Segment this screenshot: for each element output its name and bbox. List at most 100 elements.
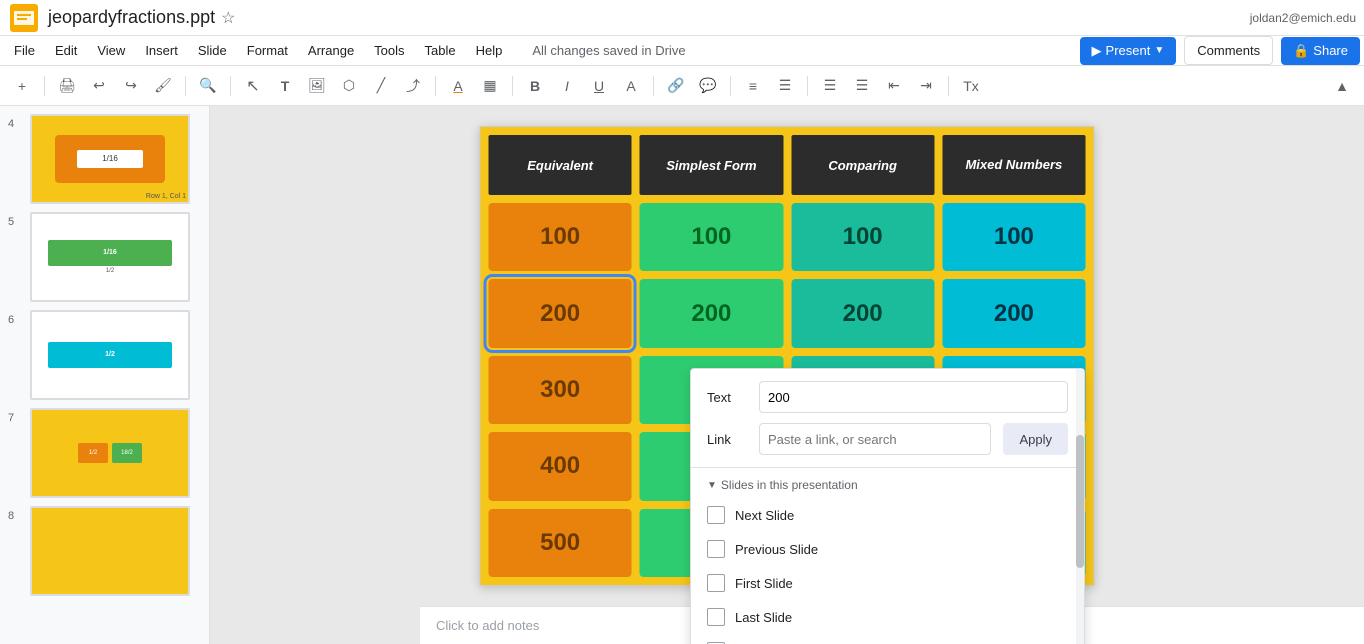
header-comparing: Comparing bbox=[791, 135, 934, 195]
bg-color-button[interactable]: A bbox=[444, 72, 472, 100]
zoom-button[interactable]: 🔍 bbox=[194, 72, 222, 100]
collapse-btn-area: ▲ bbox=[1328, 72, 1356, 100]
cell-300-equiv[interactable]: 300 bbox=[489, 356, 632, 424]
align-button[interactable]: ≡ bbox=[739, 72, 767, 100]
bold-button[interactable]: B bbox=[521, 72, 549, 100]
slide-num-7: 7 bbox=[8, 412, 22, 424]
slide-num-8: 8 bbox=[8, 510, 22, 522]
comments-button[interactable]: Comments bbox=[1184, 36, 1273, 65]
text-button[interactable]: T bbox=[271, 72, 299, 100]
slides-dropdown: ▼ Slides in this presentation Next Slide… bbox=[691, 467, 1084, 644]
first-slide-icon bbox=[707, 574, 725, 592]
header-mixed: Mixed Numbers bbox=[942, 135, 1085, 195]
header-equivalent: Equivalent bbox=[489, 135, 632, 195]
slide-thumb-5[interactable]: 5 1/16 1/2 bbox=[8, 212, 201, 302]
print-button[interactable]: 🖨 bbox=[53, 72, 81, 100]
link-search-input[interactable] bbox=[759, 423, 991, 455]
notes-placeholder: Click to add notes bbox=[436, 618, 539, 633]
sep-8 bbox=[807, 76, 808, 96]
slide-editor: Equivalent Simplest Form Comparing Mixed… bbox=[210, 106, 1364, 644]
cursor-button[interactable]: ↖ bbox=[239, 72, 267, 100]
slide-thumb-6[interactable]: 6 1/2 bbox=[8, 310, 201, 400]
indent-less-button[interactable]: ⇤ bbox=[880, 72, 908, 100]
image-button[interactable]: 🖼 bbox=[303, 72, 331, 100]
clear-format-button[interactable]: Tx bbox=[957, 72, 985, 100]
menu-insert[interactable]: Insert bbox=[135, 39, 188, 62]
menu-help[interactable]: Help bbox=[466, 39, 513, 62]
cell-400-equiv[interactable]: 400 bbox=[489, 432, 632, 500]
indent-more-button[interactable]: ⇥ bbox=[912, 72, 940, 100]
cell-100-comparing[interactable]: 100 bbox=[791, 203, 934, 271]
text-input[interactable] bbox=[759, 381, 1068, 413]
last-slide-item[interactable]: Last Slide bbox=[691, 600, 1084, 634]
menu-view[interactable]: View bbox=[87, 39, 135, 62]
present-button[interactable]: ▶ Present ▼ bbox=[1080, 37, 1177, 65]
share-button[interactable]: 🔒 Share bbox=[1281, 37, 1360, 65]
slide-thumb-7[interactable]: 7 1/2 18/2 bbox=[8, 408, 201, 498]
slide-thumb-8[interactable]: 8 bbox=[8, 506, 201, 596]
cell-500-equiv[interactable]: 500 bbox=[489, 509, 632, 577]
next-slide-item[interactable]: Next Slide bbox=[691, 498, 1084, 532]
thumb-img-8 bbox=[30, 506, 190, 596]
menu-file[interactable]: File bbox=[4, 39, 45, 62]
thumb-img-7: 1/2 18/2 bbox=[30, 408, 190, 498]
lock-icon: 🔒 bbox=[1293, 43, 1309, 59]
cell-100-simplest[interactable]: 100 bbox=[640, 203, 783, 271]
slides-section-header[interactable]: ▼ Slides in this presentation bbox=[691, 472, 1084, 498]
comment-button[interactable]: 💬 bbox=[694, 72, 722, 100]
cell-200-equiv[interactable]: 200 bbox=[489, 279, 632, 347]
save-status: All changes saved in Drive bbox=[532, 43, 685, 58]
menu-format[interactable]: Format bbox=[237, 39, 298, 62]
first-slide-item[interactable]: First Slide bbox=[691, 566, 1084, 600]
sep-1 bbox=[44, 76, 45, 96]
menu-table[interactable]: Table bbox=[415, 39, 466, 62]
link-button[interactable]: ⤴ bbox=[399, 72, 427, 100]
menu-slide[interactable]: Slide bbox=[188, 39, 237, 62]
cell-100-mixed[interactable]: 100 bbox=[942, 203, 1085, 271]
popup-scroll-thumb[interactable] bbox=[1076, 435, 1084, 568]
fill-button[interactable]: ▦ bbox=[476, 72, 504, 100]
dropdown-arrow-icon: ▼ bbox=[707, 480, 717, 491]
text-color-button[interactable]: A bbox=[617, 72, 645, 100]
menu-edit[interactable]: Edit bbox=[45, 39, 87, 62]
add-button[interactable]: + bbox=[8, 72, 36, 100]
sep-3 bbox=[230, 76, 231, 96]
thumb-img-5: 1/16 1/2 bbox=[30, 212, 190, 302]
italic-button[interactable]: I bbox=[553, 72, 581, 100]
sep-6 bbox=[653, 76, 654, 96]
app-icon bbox=[8, 2, 40, 34]
file-title[interactable]: jeopardyfractions.ppt bbox=[48, 7, 215, 28]
cell-200-mixed[interactable]: 200 bbox=[942, 279, 1085, 347]
underline-button[interactable]: U bbox=[585, 72, 613, 100]
previous-slide-item[interactable]: Previous Slide bbox=[691, 532, 1084, 566]
sep-9 bbox=[948, 76, 949, 96]
line-button[interactable]: ╱ bbox=[367, 72, 395, 100]
apply-button[interactable]: Apply bbox=[1003, 423, 1068, 455]
paint-format-button[interactable]: 🖌 bbox=[149, 72, 177, 100]
cell-200-comparing[interactable]: 200 bbox=[791, 279, 934, 347]
bullet-button[interactable]: ☰ bbox=[816, 72, 844, 100]
link2-button[interactable]: 🔗 bbox=[662, 72, 690, 100]
slide-1-item[interactable]: Slide 1 | bbox=[691, 634, 1084, 644]
numbered-button[interactable]: ☰ bbox=[848, 72, 876, 100]
slide-num-5: 5 bbox=[8, 216, 22, 228]
header-simplest: Simplest Form bbox=[640, 135, 783, 195]
cell-200-simplest[interactable]: 200 bbox=[640, 279, 783, 347]
spacing-button[interactable]: ☰ bbox=[771, 72, 799, 100]
undo-button[interactable]: ↩ bbox=[85, 72, 113, 100]
last-slide-icon bbox=[707, 608, 725, 626]
present-dropdown-icon[interactable]: ▼ bbox=[1154, 45, 1164, 56]
redo-button[interactable]: ↪ bbox=[117, 72, 145, 100]
menu-arrange[interactable]: Arrange bbox=[298, 39, 364, 62]
cell-100-equiv[interactable]: 100 bbox=[489, 203, 632, 271]
menu-bar: File Edit View Insert Slide Format Arran… bbox=[0, 36, 1364, 66]
next-slide-icon bbox=[707, 506, 725, 524]
shape-button[interactable]: ⬡ bbox=[335, 72, 363, 100]
present-icon: ▶ bbox=[1092, 43, 1102, 59]
sep-2 bbox=[185, 76, 186, 96]
collapse-toolbar-button[interactable]: ▲ bbox=[1328, 72, 1356, 100]
slide-thumb-4[interactable]: 4 1/16 Row 1, Col 1 bbox=[8, 114, 201, 204]
popup-scrollbar[interactable] bbox=[1076, 369, 1084, 644]
star-icon[interactable]: ☆ bbox=[221, 8, 235, 28]
menu-tools[interactable]: Tools bbox=[364, 39, 414, 62]
